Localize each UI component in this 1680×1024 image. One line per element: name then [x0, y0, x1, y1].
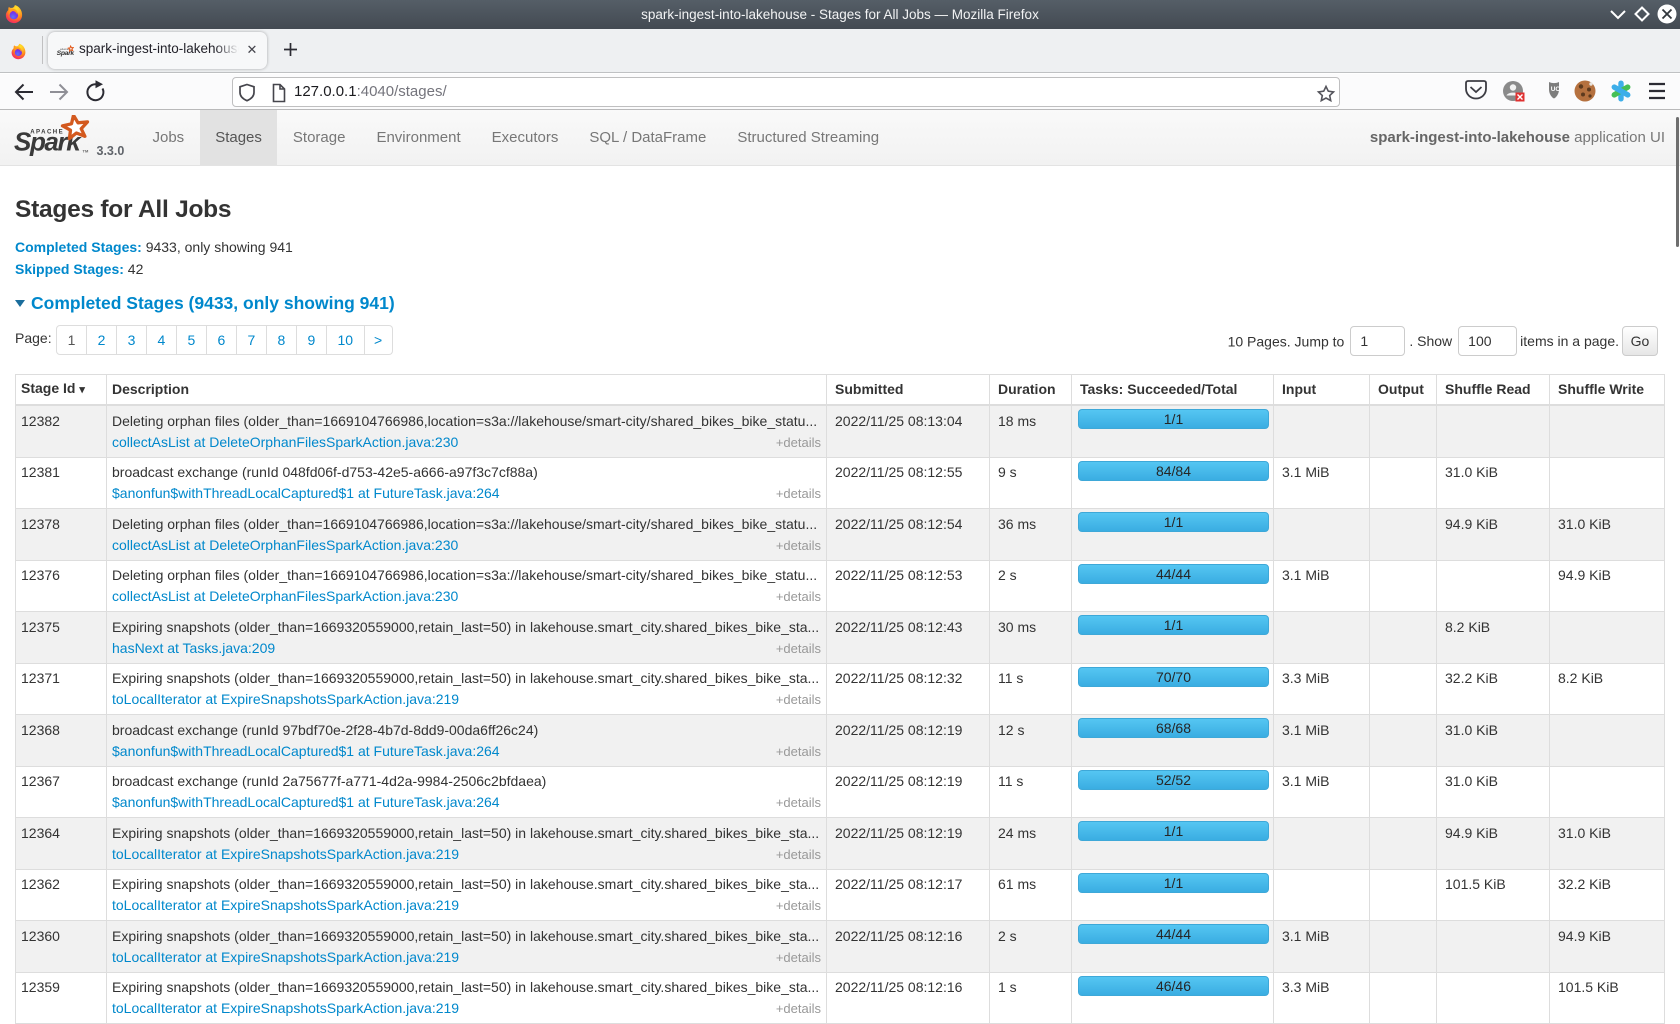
svg-text:TM: TM: [83, 149, 89, 154]
svg-text:UO: UO: [1551, 86, 1561, 93]
